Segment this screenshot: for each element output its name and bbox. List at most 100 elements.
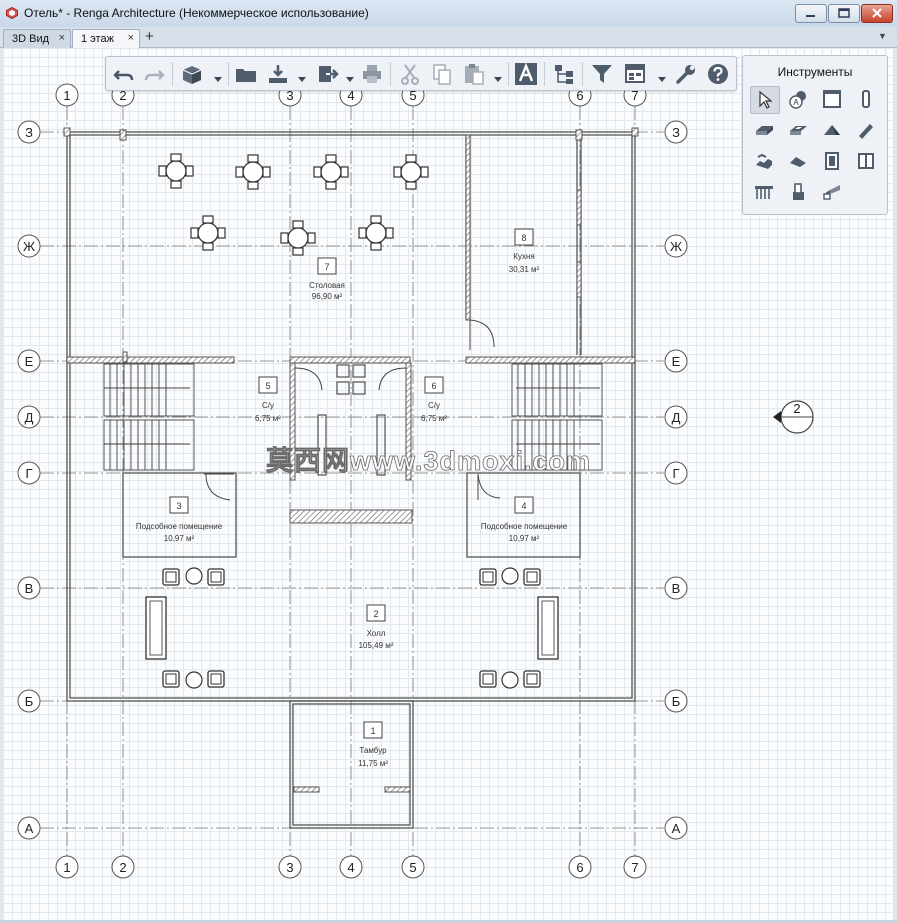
window-title: Отель* - Renga Architecture (Некоммерчес… <box>24 6 369 20</box>
tab-list-menu-icon[interactable]: ▼ <box>878 31 887 41</box>
room-tag[interactable]: 7 Столовая 96,90 м² <box>309 257 345 301</box>
svg-text:1: 1 <box>63 88 70 103</box>
svg-text:3: 3 <box>286 860 293 875</box>
axis-g-right: Г <box>664 461 688 485</box>
print-icon[interactable] <box>360 62 384 86</box>
svg-text:Г: Г <box>672 466 679 481</box>
view-3d-icon[interactable] <box>180 62 204 86</box>
copy-icon[interactable] <box>430 62 454 86</box>
axis-1-bottom: 1 <box>55 855 79 879</box>
minimize-button[interactable] <box>795 4 827 23</box>
room-tag[interactable]: 8 Кухня 30,31 м² <box>509 228 540 274</box>
import-icon[interactable] <box>266 62 290 86</box>
opening-tool-icon[interactable] <box>784 118 812 144</box>
axis-e-left: Е <box>17 349 41 373</box>
svg-text:10,97 м²: 10,97 м² <box>509 534 540 543</box>
ramp-tool-icon[interactable] <box>784 148 812 174</box>
help-icon[interactable] <box>706 62 730 86</box>
axis-6-bottom: 6 <box>568 855 592 879</box>
redo-icon[interactable] <box>142 62 166 86</box>
paste-dropdown-icon[interactable] <box>494 70 502 82</box>
svg-text:96,90 м²: 96,90 м² <box>312 292 343 301</box>
svg-text:30,31 м²: 30,31 м² <box>509 265 540 274</box>
svg-text:Ж: Ж <box>23 239 35 254</box>
window-titlebar: Отель* - Renga Architecture (Некоммерчес… <box>0 0 897 28</box>
wall-tool-icon[interactable] <box>818 86 846 112</box>
svg-text:З: З <box>672 125 680 140</box>
tab-floor-1[interactable]: 1 этаж × <box>72 29 140 48</box>
import-dropdown-icon[interactable] <box>298 70 306 82</box>
svg-text:6: 6 <box>431 381 436 391</box>
equipment-tool-icon[interactable] <box>784 179 812 205</box>
axis-a-left: А <box>17 816 41 840</box>
svg-text:А: А <box>672 821 681 836</box>
text-style-icon[interactable] <box>514 62 538 86</box>
svg-text:105,49 м²: 105,49 м² <box>359 641 394 650</box>
svg-text:6: 6 <box>576 860 583 875</box>
svg-text:Подсобное помещение: Подсобное помещение <box>481 522 568 531</box>
tab-close-icon[interactable]: × <box>59 32 65 44</box>
railing-tool-icon[interactable] <box>750 179 778 205</box>
svg-text:Ж: Ж <box>670 239 682 254</box>
maximize-button[interactable] <box>828 4 860 23</box>
properties-icon[interactable] <box>624 62 648 86</box>
cut-icon[interactable] <box>398 62 422 86</box>
properties-dropdown-icon[interactable] <box>658 70 666 82</box>
svg-text:Д: Д <box>25 410 34 425</box>
section-mark[interactable]: 2 <box>773 400 814 434</box>
axis-v-right: В <box>664 576 688 600</box>
axis-b-left: Б <box>17 689 41 713</box>
slab-tool-icon[interactable] <box>750 118 778 144</box>
filter-icon[interactable] <box>590 62 614 86</box>
hierarchy-icon[interactable] <box>552 62 576 86</box>
axis-3-bottom: 3 <box>278 855 302 879</box>
open-folder-icon[interactable] <box>234 62 258 86</box>
svg-text:2: 2 <box>793 401 800 416</box>
paste-icon[interactable] <box>462 62 486 86</box>
main-toolbar <box>105 56 737 91</box>
element-tool-icon[interactable] <box>818 179 846 205</box>
svg-text:5: 5 <box>409 860 416 875</box>
svg-text:10,97 м²: 10,97 м² <box>164 534 195 543</box>
tab-label: 3D Вид <box>12 33 50 45</box>
select-tool-icon[interactable] <box>750 86 780 114</box>
svg-text:Кухня: Кухня <box>513 252 534 261</box>
window-tool-icon[interactable] <box>852 148 880 174</box>
room-tag[interactable]: 3 Подсобное помещение 10,97 м² <box>136 496 223 543</box>
svg-text:Е: Е <box>25 354 34 369</box>
undo-icon[interactable] <box>112 62 136 86</box>
view-3d-dropdown-icon[interactable] <box>214 70 222 82</box>
svg-text:В: В <box>25 581 34 596</box>
svg-text:1: 1 <box>370 726 375 736</box>
beam-tool-icon[interactable] <box>852 118 880 144</box>
room-tag[interactable]: 6 С/у 6,75 м² <box>421 376 447 423</box>
roof-tool-icon[interactable] <box>818 118 846 144</box>
svg-text:A: A <box>793 98 799 107</box>
room-tag[interactable]: 1 Тамбур 11,75 м² <box>358 721 388 768</box>
add-tab-button[interactable]: + <box>145 28 154 45</box>
settings-wrench-icon[interactable] <box>674 62 698 86</box>
export-dropdown-icon[interactable] <box>346 70 354 82</box>
export-icon[interactable] <box>316 62 340 86</box>
tab-close-icon[interactable]: × <box>128 32 134 44</box>
close-button[interactable] <box>861 4 893 23</box>
annotation-tool-icon[interactable]: A <box>784 86 812 112</box>
room-tag[interactable]: 4 Подсобное помещение 10,97 м² <box>481 496 568 543</box>
svg-text:В: В <box>672 581 681 596</box>
stair-tool-icon[interactable] <box>750 148 778 174</box>
svg-text:6,75 м²: 6,75 м² <box>255 414 281 423</box>
column-tool-icon[interactable] <box>852 86 880 112</box>
axis-z-left: З <box>17 120 41 144</box>
axis-zh-right: Ж <box>664 234 688 258</box>
axis-zh-left: Ж <box>17 234 41 258</box>
room-tag[interactable]: 5 С/у 6,75 м² <box>255 376 281 423</box>
svg-text:С/у: С/у <box>262 401 274 410</box>
tab-3d-view[interactable]: 3D Вид × <box>3 29 71 48</box>
document-tabbar: 3D Вид × 1 этаж × + ▼ <box>0 27 897 48</box>
svg-text:З: З <box>25 125 33 140</box>
svg-text:А: А <box>25 821 34 836</box>
svg-text:1: 1 <box>63 860 70 875</box>
door-tool-icon[interactable] <box>818 148 846 174</box>
room-tag[interactable]: 2 Холл 105,49 м² <box>359 604 394 650</box>
app-logo-icon <box>6 7 18 19</box>
